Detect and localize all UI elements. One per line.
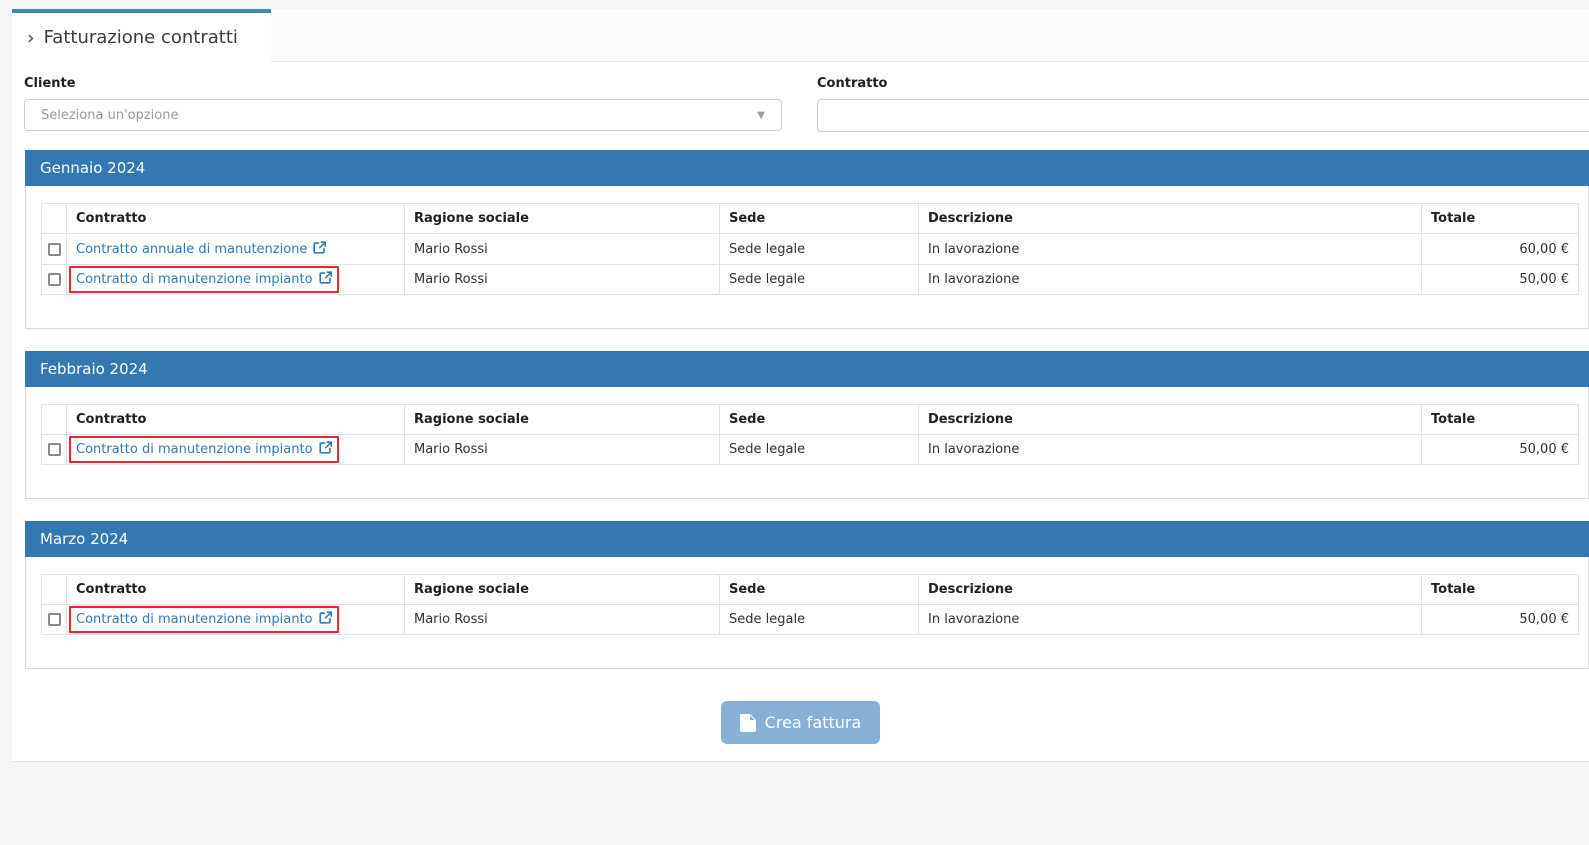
cell-ragione-sociale: Mario Rossi [405, 435, 720, 465]
cell-ragione-sociale: Mario Rossi [405, 265, 720, 295]
cell-descrizione: In lavorazione [919, 605, 1422, 635]
col-header-descrizione: Descrizione [919, 405, 1422, 435]
month-section-febbraio: Febbraio 2024 Contratto Ragione sociale … [25, 351, 1589, 499]
cliente-select[interactable]: Seleziona un'opzione ▼ [24, 99, 782, 131]
red-highlight-box: Contratto di manutenzione impianto [69, 266, 339, 293]
cell-ragione-sociale: Mario Rossi [405, 605, 720, 635]
chevron-down-icon: ▼ [757, 110, 765, 121]
cliente-select-placeholder: Seleziona un'opzione [41, 108, 178, 123]
table-row: Contratto annuale di manutenzione Mario … [42, 234, 1579, 265]
contratto-input[interactable] [817, 99, 1589, 132]
cell-sede: Sede legale [720, 605, 919, 635]
tab-fatturazione-contratti[interactable]: › Fatturazione contratti [12, 9, 271, 62]
col-header-totale: Totale [1422, 575, 1579, 605]
cell-descrizione: In lavorazione [919, 234, 1422, 265]
col-header-totale: Totale [1422, 204, 1579, 234]
cell-totale: 50,00 € [1422, 435, 1579, 465]
contratto-filter: Contratto [817, 76, 1589, 132]
col-header-ragione-sociale: Ragione sociale [405, 575, 720, 605]
col-header-descrizione: Descrizione [919, 575, 1422, 605]
row-checkbox[interactable] [48, 243, 61, 256]
external-link-icon [319, 441, 332, 454]
col-header-ragione-sociale: Ragione sociale [405, 204, 720, 234]
tab-bar-filler [271, 9, 1589, 62]
external-link-icon [319, 271, 332, 284]
contracts-table: Contratto Ragione sociale Sede Descrizio… [41, 404, 1579, 465]
col-header-sede: Sede [720, 575, 919, 605]
month-sections: Gennaio 2024 Contratto Ragione sociale S… [25, 150, 1589, 669]
contract-link[interactable]: Contratto di manutenzione impianto [76, 272, 332, 287]
cell-sede: Sede legale [720, 234, 919, 265]
filters-row: Cliente Seleziona un'opzione ▼ Contratto [12, 62, 1589, 132]
contract-link-label: Contratto annuale di manutenzione [76, 242, 307, 257]
contract-link[interactable]: Contratto annuale di manutenzione [76, 242, 326, 257]
col-header-checkbox [42, 575, 67, 605]
month-section-body: Contratto Ragione sociale Sede Descrizio… [25, 387, 1589, 499]
cell-descrizione: In lavorazione [919, 265, 1422, 295]
table-header-row: Contratto Ragione sociale Sede Descrizio… [42, 204, 1579, 234]
file-icon [740, 714, 756, 732]
col-header-contratto: Contratto [67, 575, 405, 605]
col-header-sede: Sede [720, 405, 919, 435]
row-checkbox[interactable] [48, 273, 61, 286]
contratto-label: Contratto [817, 76, 1589, 91]
external-link-icon [319, 611, 332, 624]
month-section-body: Contratto Ragione sociale Sede Descrizio… [25, 186, 1589, 329]
col-header-checkbox [42, 204, 67, 234]
contracts-table: Contratto Ragione sociale Sede Descrizio… [41, 574, 1579, 635]
button-row: Crea fattura [12, 701, 1589, 744]
month-section-body: Contratto Ragione sociale Sede Descrizio… [25, 557, 1589, 669]
table-row: Contratto di manutenzione impianto Mario… [42, 265, 1579, 295]
red-highlight-box: Contratto di manutenzione impianto [69, 436, 339, 463]
contract-link-label: Contratto di manutenzione impianto [76, 612, 313, 627]
tab-bar: › Fatturazione contratti [12, 9, 1589, 62]
cell-sede: Sede legale [720, 435, 919, 465]
contract-link-label: Contratto di manutenzione impianto [76, 272, 313, 287]
table-row: Contratto di manutenzione impianto Mario… [42, 435, 1579, 465]
cell-sede: Sede legale [720, 265, 919, 295]
crea-fattura-button[interactable]: Crea fattura [721, 701, 881, 744]
cell-totale: 60,00 € [1422, 234, 1579, 265]
month-section-header: Gennaio 2024 [25, 150, 1589, 186]
table-header-row: Contratto Ragione sociale Sede Descrizio… [42, 405, 1579, 435]
month-section-header: Marzo 2024 [25, 521, 1589, 557]
col-header-sede: Sede [720, 204, 919, 234]
content-panel: Cliente Seleziona un'opzione ▼ Contratto… [12, 62, 1589, 762]
contract-link-label: Contratto di manutenzione impianto [76, 442, 313, 457]
red-highlight-box: Contratto di manutenzione impianto [69, 606, 339, 633]
cliente-filter: Cliente Seleziona un'opzione ▼ [24, 76, 782, 132]
col-header-totale: Totale [1422, 405, 1579, 435]
month-section-marzo: Marzo 2024 Contratto Ragione sociale Sed… [25, 521, 1589, 669]
month-section-gennaio: Gennaio 2024 Contratto Ragione sociale S… [25, 150, 1589, 329]
cliente-label: Cliente [24, 76, 782, 91]
contract-link[interactable]: Contratto di manutenzione impianto [76, 612, 332, 627]
col-header-ragione-sociale: Ragione sociale [405, 405, 720, 435]
contracts-table: Contratto Ragione sociale Sede Descrizio… [41, 203, 1579, 295]
month-section-header: Febbraio 2024 [25, 351, 1589, 387]
col-header-contratto: Contratto [67, 405, 405, 435]
chevron-right-icon: › [27, 27, 35, 49]
cell-totale: 50,00 € [1422, 265, 1579, 295]
contract-link[interactable]: Contratto di manutenzione impianto [76, 442, 332, 457]
row-checkbox[interactable] [48, 613, 61, 626]
col-header-checkbox [42, 405, 67, 435]
cell-ragione-sociale: Mario Rossi [405, 234, 720, 265]
col-header-contratto: Contratto [67, 204, 405, 234]
row-checkbox[interactable] [48, 443, 61, 456]
table-header-row: Contratto Ragione sociale Sede Descrizio… [42, 575, 1579, 605]
external-link-icon [313, 241, 326, 254]
cell-descrizione: In lavorazione [919, 435, 1422, 465]
tab-label: Fatturazione contratti [44, 27, 238, 48]
col-header-descrizione: Descrizione [919, 204, 1422, 234]
cell-totale: 50,00 € [1422, 605, 1579, 635]
crea-fattura-label: Crea fattura [765, 713, 862, 732]
table-row: Contratto di manutenzione impianto Mario… [42, 605, 1579, 635]
